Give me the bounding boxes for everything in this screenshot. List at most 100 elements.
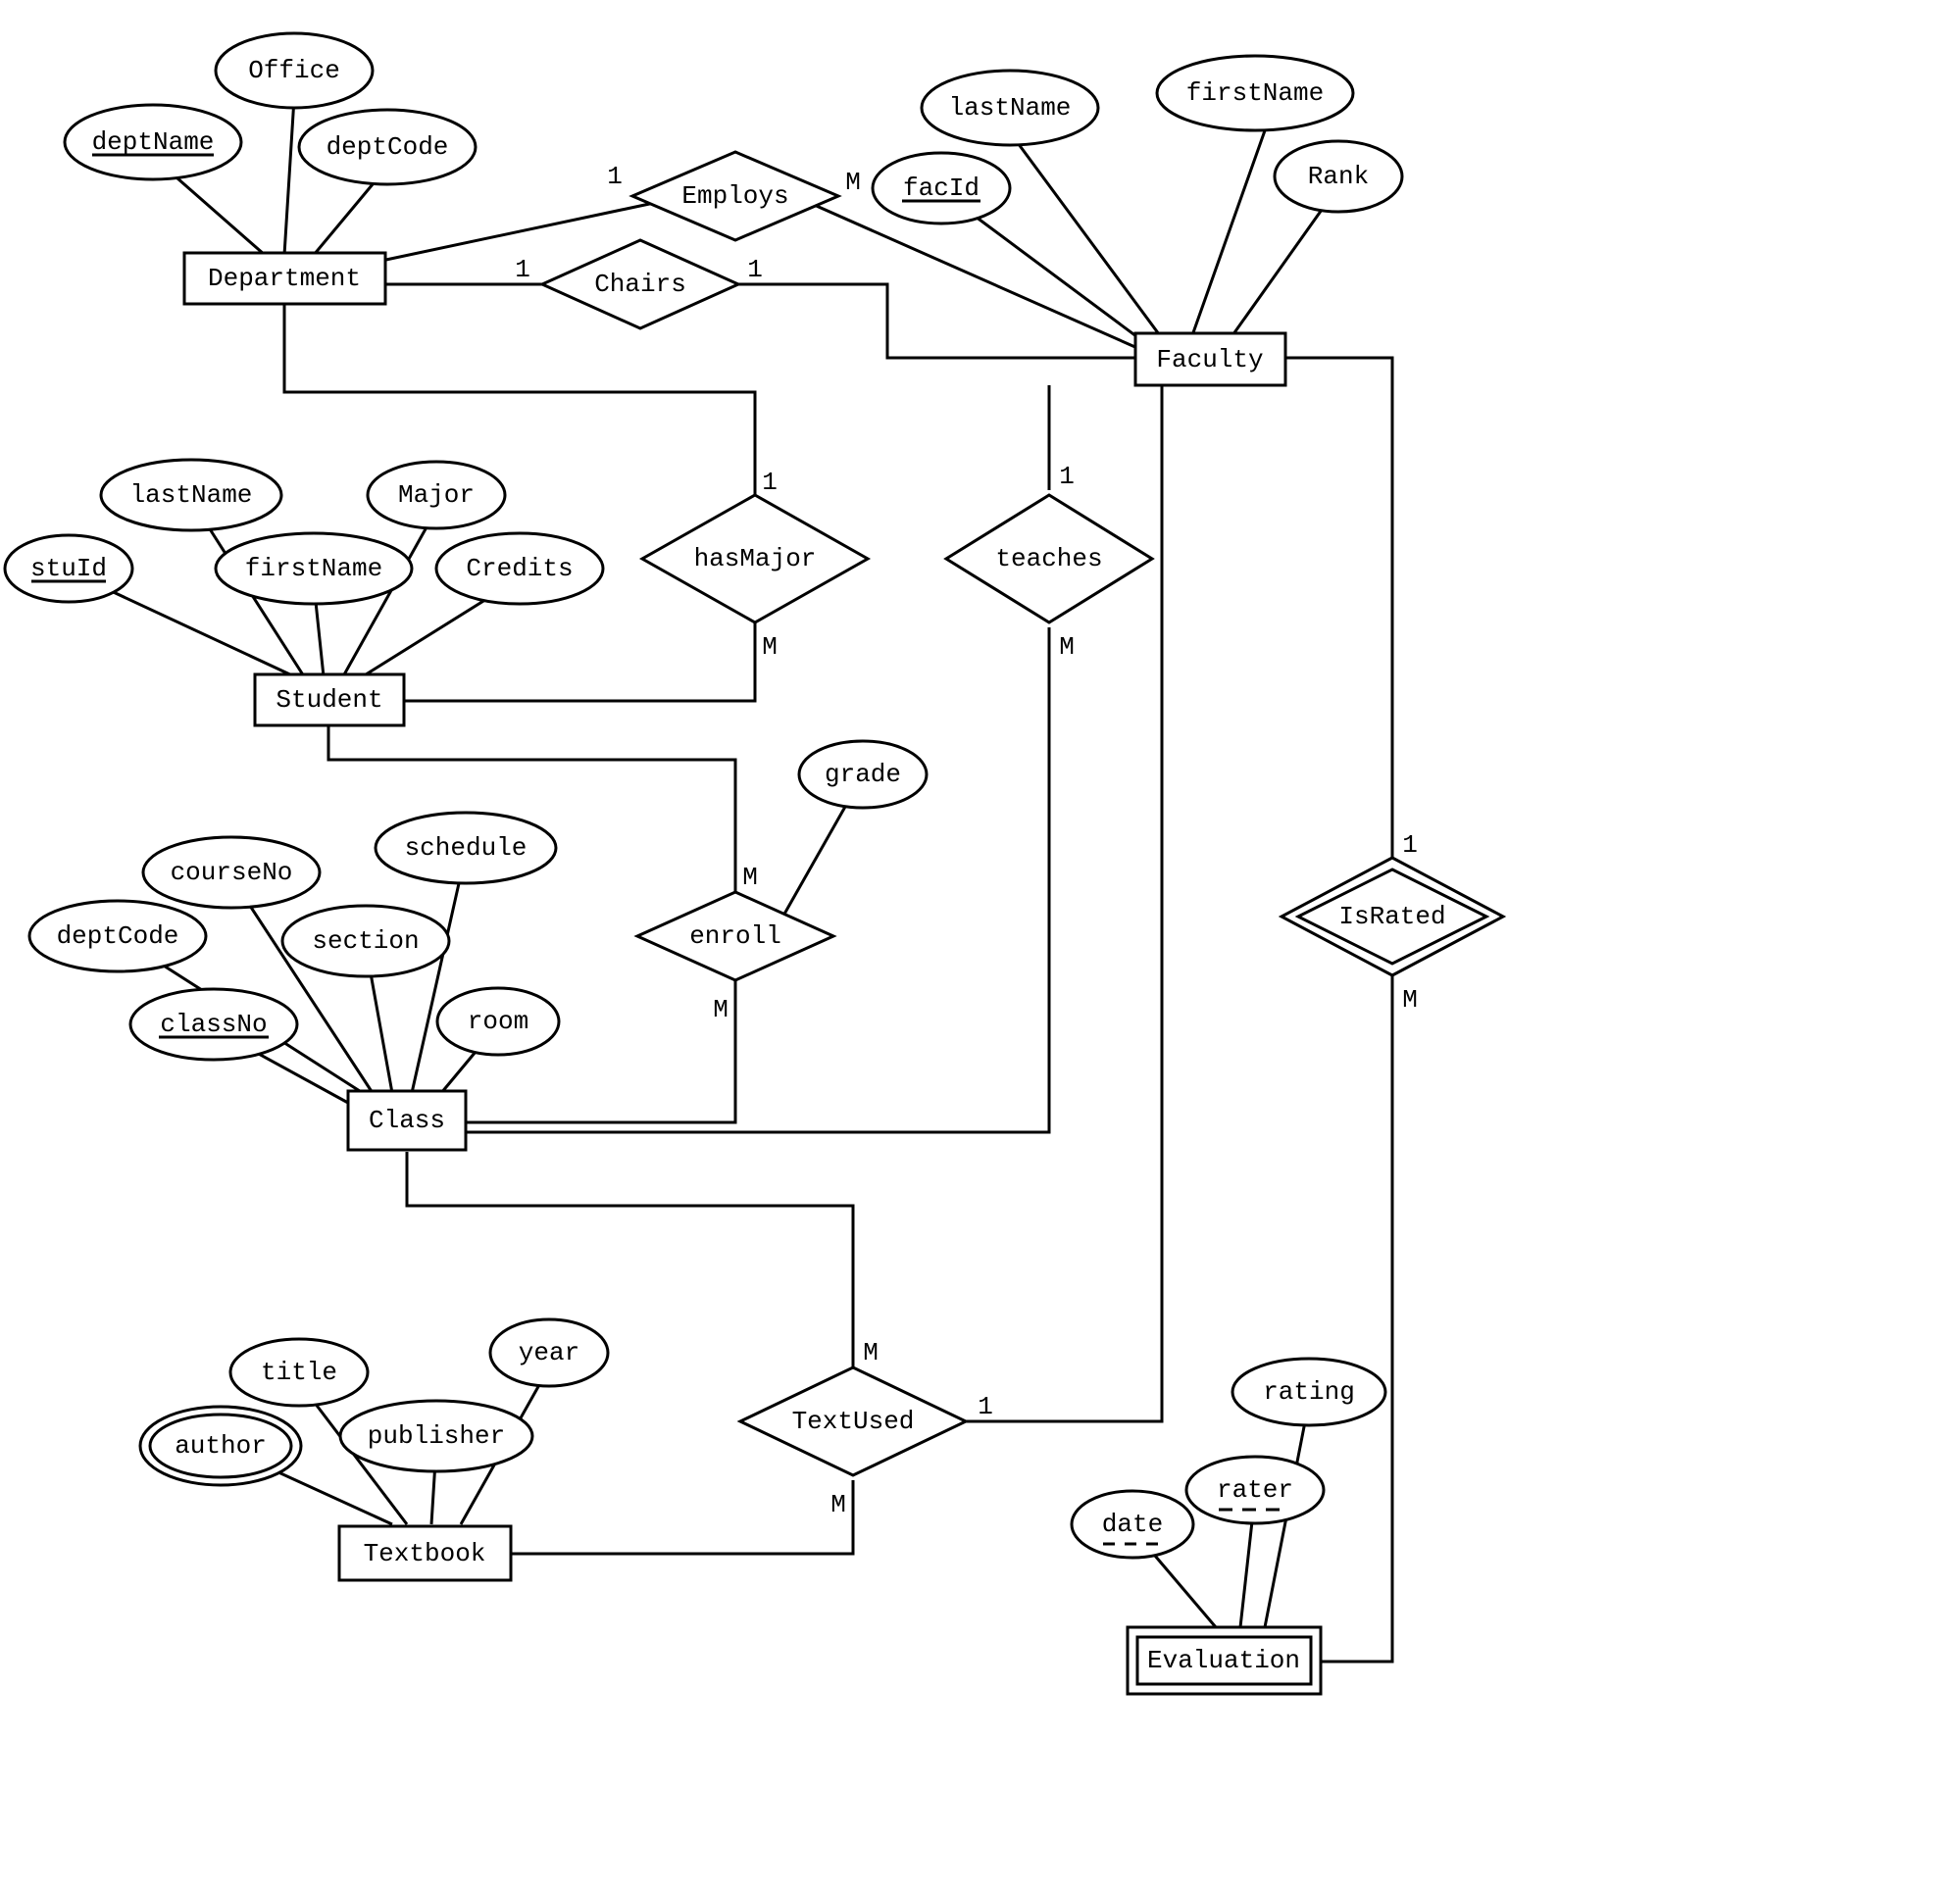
line-fac-lastname	[1010, 132, 1162, 338]
attr-text-publisher: publisher	[340, 1401, 532, 1471]
card-textused-text: M	[830, 1490, 846, 1519]
attr-fac-rank: Rank	[1275, 141, 1402, 212]
rel-hasmajor: hasMajor	[642, 495, 868, 622]
svg-text:year: year	[519, 1338, 579, 1367]
attr-class-courseno: courseNo	[143, 837, 320, 908]
attr-fac-lastname: lastName	[922, 71, 1098, 145]
svg-text:deptCode: deptCode	[57, 921, 179, 951]
svg-text:Faculty: Faculty	[1156, 345, 1263, 374]
entity-student: Student	[255, 674, 404, 725]
svg-text:Textbook: Textbook	[364, 1539, 486, 1568]
svg-text:schedule: schedule	[405, 833, 528, 863]
svg-text:hasMajor: hasMajor	[694, 544, 817, 573]
svg-text:lastName: lastName	[130, 480, 253, 510]
line-textused-textbook	[510, 1480, 853, 1554]
rel-teaches: teaches	[946, 495, 1152, 622]
card-teaches-class: M	[1059, 632, 1075, 662]
attr-stu-credits: Credits	[436, 533, 603, 604]
attr-text-title: title	[230, 1339, 368, 1406]
svg-text:rater: rater	[1217, 1475, 1293, 1505]
card-employs-fac: M	[845, 168, 861, 197]
rel-chairs: Chairs	[542, 240, 738, 328]
svg-text:deptCode: deptCode	[327, 132, 449, 162]
attr-stu-major: Major	[368, 462, 505, 528]
attr-text-year: year	[490, 1319, 608, 1386]
entity-textbook: Textbook	[339, 1526, 511, 1580]
svg-text:Chairs: Chairs	[594, 270, 686, 299]
line-faculty-israted	[1280, 358, 1392, 863]
card-hasmajor-dept: 1	[762, 468, 778, 497]
svg-text:room: room	[468, 1007, 528, 1036]
attr-stu-stuid: stuId	[5, 535, 132, 602]
card-enroll-stu: M	[742, 863, 758, 892]
svg-text:Student: Student	[276, 685, 382, 715]
attr-eval-rater: rater	[1186, 1457, 1324, 1523]
line-fac-firstname	[1191, 103, 1275, 338]
entity-class: Class	[348, 1091, 466, 1150]
rel-enroll: enroll	[637, 892, 833, 980]
card-chairs-dept: 1	[515, 255, 530, 284]
attr-dept-deptcode: deptCode	[299, 110, 476, 184]
attr-stu-firstname: firstName	[216, 533, 412, 604]
svg-text:publisher: publisher	[368, 1421, 505, 1451]
svg-text:Employs: Employs	[681, 181, 788, 211]
rel-israted: IsRated	[1282, 858, 1503, 975]
svg-text:title: title	[261, 1358, 337, 1387]
svg-text:Rank: Rank	[1308, 162, 1369, 191]
attr-dept-deptname: deptName	[65, 105, 241, 179]
svg-text:firstName: firstName	[245, 554, 382, 583]
attr-eval-rating: rating	[1232, 1359, 1385, 1425]
attr-text-author: author	[140, 1407, 301, 1485]
attr-dept-office: Office	[216, 33, 373, 108]
attr-class-classno: classNo	[130, 989, 297, 1060]
entity-faculty: Faculty	[1135, 333, 1285, 385]
card-textused-fac: 1	[978, 1392, 993, 1421]
attr-class-section: section	[282, 906, 449, 976]
attr-stu-lastname: lastName	[101, 460, 281, 530]
rel-textused: TextUsed	[740, 1367, 966, 1475]
line-hasmajor-student	[402, 608, 755, 701]
svg-text:Evaluation: Evaluation	[1147, 1646, 1300, 1675]
line-israted-eval	[1319, 970, 1392, 1662]
svg-text:enroll: enroll	[689, 921, 781, 951]
card-teaches-fac: 1	[1059, 462, 1075, 491]
svg-text:grade: grade	[825, 760, 901, 789]
attr-class-schedule: schedule	[376, 813, 556, 883]
svg-text:lastName: lastName	[949, 93, 1072, 123]
card-textused-class: M	[863, 1338, 879, 1367]
svg-text:TextUsed: TextUsed	[792, 1407, 915, 1436]
card-enroll-class: M	[713, 995, 729, 1024]
attr-fac-firstname: firstName	[1157, 56, 1353, 130]
attr-class-room: room	[437, 988, 559, 1055]
svg-text:teaches: teaches	[995, 544, 1102, 573]
svg-text:Major: Major	[398, 480, 475, 510]
entity-department: Department	[184, 253, 385, 304]
card-israted-fac: 1	[1402, 830, 1418, 860]
svg-text:Department: Department	[208, 264, 361, 293]
svg-text:section: section	[312, 926, 419, 956]
card-hasmajor-stu: M	[762, 632, 778, 662]
card-chairs-fac: 1	[747, 255, 763, 284]
attr-fac-facid: facId	[873, 153, 1010, 223]
svg-text:classNo: classNo	[160, 1010, 267, 1039]
entity-evaluation: Evaluation	[1128, 1627, 1321, 1694]
card-employs-dept: 1	[607, 162, 623, 191]
svg-text:IsRated: IsRated	[1338, 902, 1445, 931]
svg-text:courseNo: courseNo	[171, 858, 293, 887]
card-israted-eval: M	[1402, 985, 1418, 1015]
line-dept-office	[284, 98, 294, 255]
svg-text:firstName: firstName	[1186, 78, 1324, 108]
line-dept-hasmajor	[284, 304, 755, 510]
svg-text:Office: Office	[248, 56, 340, 85]
attr-class-deptcode: deptCode	[29, 901, 206, 971]
svg-text:Credits: Credits	[466, 554, 573, 583]
line-class-schedule	[412, 853, 466, 1093]
svg-text:date: date	[1102, 1510, 1163, 1539]
attr-enroll-grade: grade	[799, 741, 927, 808]
line-class-textused	[407, 1152, 853, 1367]
svg-text:facId: facId	[903, 174, 980, 203]
attr-eval-date: date	[1072, 1491, 1193, 1558]
svg-text:deptName: deptName	[92, 127, 215, 157]
svg-text:stuId: stuId	[30, 554, 107, 583]
svg-text:author: author	[175, 1431, 267, 1461]
